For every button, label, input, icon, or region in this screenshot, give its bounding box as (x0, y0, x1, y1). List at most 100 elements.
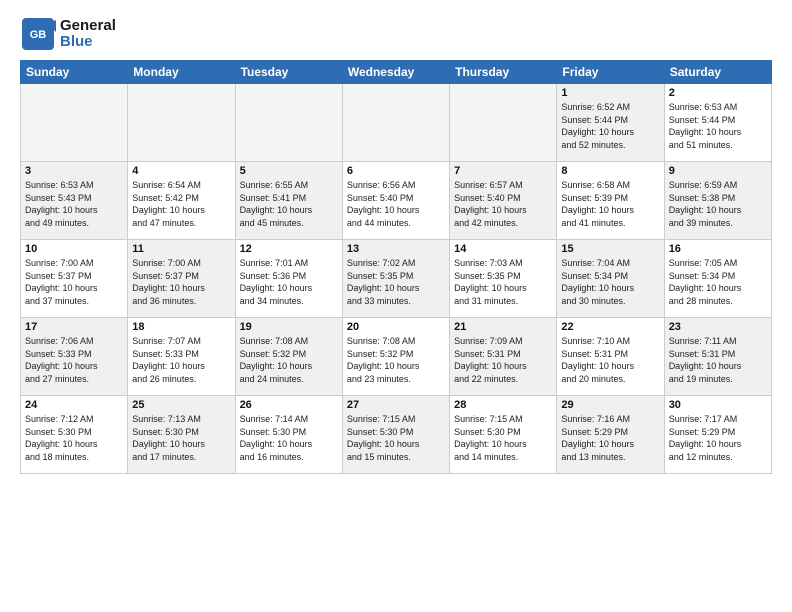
calendar-table: SundayMondayTuesdayWednesdayThursdayFrid… (20, 60, 772, 474)
cal-cell: 7 Sunrise: 6:57 AM Sunset: 5:40 PM Daylig… (450, 162, 557, 240)
day-info: Sunrise: 6:53 AM Sunset: 5:44 PM Dayligh… (669, 101, 767, 151)
cal-cell (450, 84, 557, 162)
week-row-1: 1 Sunrise: 6:52 AM Sunset: 5:44 PM Daylig… (21, 84, 772, 162)
cal-cell: 11 Sunrise: 7:00 AM Sunset: 5:37 PM Dayli… (128, 240, 235, 318)
cal-cell: 29 Sunrise: 7:16 AM Sunset: 5:29 PM Dayli… (557, 396, 664, 474)
day-info: Sunrise: 7:00 AM Sunset: 5:37 PM Dayligh… (25, 257, 123, 307)
day-info: Sunrise: 7:00 AM Sunset: 5:37 PM Dayligh… (132, 257, 230, 307)
cal-cell: 2Sunrise: 6:53 AM Sunset: 5:44 PM Daylig… (664, 84, 771, 162)
day-number: 22 (561, 321, 659, 333)
day-info: Sunrise: 7:01 AM Sunset: 5:36 PM Dayligh… (240, 257, 338, 307)
week-row-5: 24 Sunrise: 7:12 AM Sunset: 5:30 PM Dayli… (21, 396, 772, 474)
day-number: 9 (669, 165, 767, 177)
day-header-tuesday: Tuesday (235, 61, 342, 84)
day-number: 11 (132, 243, 230, 255)
day-number: 6 (347, 165, 445, 177)
days-header-row: SundayMondayTuesdayWednesdayThursdayFrid… (21, 61, 772, 84)
day-number: 14 (454, 243, 552, 255)
cal-cell (342, 84, 449, 162)
day-info: Sunrise: 6:55 AM Sunset: 5:41 PM Dayligh… (240, 179, 338, 229)
day-info: Sunrise: 7:16 AM Sunset: 5:29 PM Dayligh… (561, 413, 659, 463)
header: GB General Blue (20, 16, 772, 52)
cal-cell: 22 Sunrise: 7:10 AM Sunset: 5:31 PM Dayli… (557, 318, 664, 396)
day-info: Sunrise: 7:12 AM Sunset: 5:30 PM Dayligh… (25, 413, 123, 463)
cal-cell (128, 84, 235, 162)
cal-cell: 21Sunrise: 7:09 AM Sunset: 5:31 PM Dayli… (450, 318, 557, 396)
day-number: 17 (25, 321, 123, 333)
day-number: 21 (454, 321, 552, 333)
day-number: 10 (25, 243, 123, 255)
day-number: 13 (347, 243, 445, 255)
day-info: Sunrise: 7:03 AM Sunset: 5:35 PM Dayligh… (454, 257, 552, 307)
day-info: Sunrise: 7:13 AM Sunset: 5:30 PM Dayligh… (132, 413, 230, 463)
cal-cell: 9Sunrise: 6:59 AM Sunset: 5:38 PM Daylig… (664, 162, 771, 240)
day-number: 26 (240, 399, 338, 411)
cal-cell: 15Sunrise: 7:04 AM Sunset: 5:34 PM Dayli… (557, 240, 664, 318)
cal-cell: 6 Sunrise: 6:56 AM Sunset: 5:40 PM Daylig… (342, 162, 449, 240)
cal-cell: 8 Sunrise: 6:58 AM Sunset: 5:39 PM Daylig… (557, 162, 664, 240)
cal-cell: 10 Sunrise: 7:00 AM Sunset: 5:37 PM Dayli… (21, 240, 128, 318)
logo-blue: Blue (60, 34, 116, 51)
cal-cell: 30Sunrise: 7:17 AM Sunset: 5:29 PM Dayli… (664, 396, 771, 474)
day-number: 25 (132, 399, 230, 411)
cal-cell: 12 Sunrise: 7:01 AM Sunset: 5:36 PM Dayli… (235, 240, 342, 318)
cal-cell: 14 Sunrise: 7:03 AM Sunset: 5:35 PM Dayli… (450, 240, 557, 318)
svg-text:GB: GB (30, 29, 47, 41)
logo-icon: GB (20, 16, 56, 52)
day-number: 24 (25, 399, 123, 411)
day-number: 27 (347, 399, 445, 411)
day-info: Sunrise: 7:14 AM Sunset: 5:30 PM Dayligh… (240, 413, 338, 463)
day-info: Sunrise: 7:06 AM Sunset: 5:33 PM Dayligh… (25, 335, 123, 385)
day-info: Sunrise: 6:58 AM Sunset: 5:39 PM Dayligh… (561, 179, 659, 229)
cal-cell: 27 Sunrise: 7:15 AM Sunset: 5:30 PM Dayli… (342, 396, 449, 474)
cal-cell: 5Sunrise: 6:55 AM Sunset: 5:41 PM Daylig… (235, 162, 342, 240)
calendar-body: 1 Sunrise: 6:52 AM Sunset: 5:44 PM Daylig… (21, 84, 772, 474)
day-header-wednesday: Wednesday (342, 61, 449, 84)
day-number: 29 (561, 399, 659, 411)
day-header-saturday: Saturday (664, 61, 771, 84)
cal-cell: 4Sunrise: 6:54 AM Sunset: 5:42 PM Daylig… (128, 162, 235, 240)
day-number: 1 (561, 87, 659, 99)
day-header-monday: Monday (128, 61, 235, 84)
cal-cell (235, 84, 342, 162)
day-info: Sunrise: 6:52 AM Sunset: 5:44 PM Dayligh… (561, 101, 659, 151)
day-number: 18 (132, 321, 230, 333)
cal-cell: 26 Sunrise: 7:14 AM Sunset: 5:30 PM Dayli… (235, 396, 342, 474)
logo-general: General (60, 18, 116, 35)
logo: GB General Blue (20, 16, 116, 52)
day-info: Sunrise: 6:54 AM Sunset: 5:42 PM Dayligh… (132, 179, 230, 229)
day-info: Sunrise: 7:04 AM Sunset: 5:34 PM Dayligh… (561, 257, 659, 307)
day-number: 16 (669, 243, 767, 255)
day-number: 28 (454, 399, 552, 411)
day-info: Sunrise: 7:05 AM Sunset: 5:34 PM Dayligh… (669, 257, 767, 307)
day-info: Sunrise: 7:11 AM Sunset: 5:31 PM Dayligh… (669, 335, 767, 385)
day-info: Sunrise: 7:02 AM Sunset: 5:35 PM Dayligh… (347, 257, 445, 307)
day-number: 19 (240, 321, 338, 333)
day-number: 30 (669, 399, 767, 411)
day-number: 7 (454, 165, 552, 177)
cal-cell: 20 Sunrise: 7:08 AM Sunset: 5:32 PM Dayli… (342, 318, 449, 396)
cal-cell (21, 84, 128, 162)
day-header-thursday: Thursday (450, 61, 557, 84)
day-info: Sunrise: 7:15 AM Sunset: 5:30 PM Dayligh… (347, 413, 445, 463)
day-info: Sunrise: 7:10 AM Sunset: 5:31 PM Dayligh… (561, 335, 659, 385)
cal-cell: 18Sunrise: 7:07 AM Sunset: 5:33 PM Dayli… (128, 318, 235, 396)
day-number: 8 (561, 165, 659, 177)
day-number: 23 (669, 321, 767, 333)
day-number: 3 (25, 165, 123, 177)
cal-cell: 13 Sunrise: 7:02 AM Sunset: 5:35 PM Dayli… (342, 240, 449, 318)
day-info: Sunrise: 6:57 AM Sunset: 5:40 PM Dayligh… (454, 179, 552, 229)
day-number: 12 (240, 243, 338, 255)
calendar-page: GB General Blue SundayMondayTuesdayWedne… (0, 0, 792, 612)
day-info: Sunrise: 6:56 AM Sunset: 5:40 PM Dayligh… (347, 179, 445, 229)
cal-cell: 25 Sunrise: 7:13 AM Sunset: 5:30 PM Dayli… (128, 396, 235, 474)
day-header-sunday: Sunday (21, 61, 128, 84)
day-info: Sunrise: 7:15 AM Sunset: 5:30 PM Dayligh… (454, 413, 552, 463)
cal-cell: 28 Sunrise: 7:15 AM Sunset: 5:30 PM Dayli… (450, 396, 557, 474)
cal-cell: 24 Sunrise: 7:12 AM Sunset: 5:30 PM Dayli… (21, 396, 128, 474)
cal-cell: 16 Sunrise: 7:05 AM Sunset: 5:34 PM Dayli… (664, 240, 771, 318)
day-info: Sunrise: 7:08 AM Sunset: 5:32 PM Dayligh… (347, 335, 445, 385)
day-info: Sunrise: 7:08 AM Sunset: 5:32 PM Dayligh… (240, 335, 338, 385)
day-number: 20 (347, 321, 445, 333)
day-info: Sunrise: 6:53 AM Sunset: 5:43 PM Dayligh… (25, 179, 123, 229)
